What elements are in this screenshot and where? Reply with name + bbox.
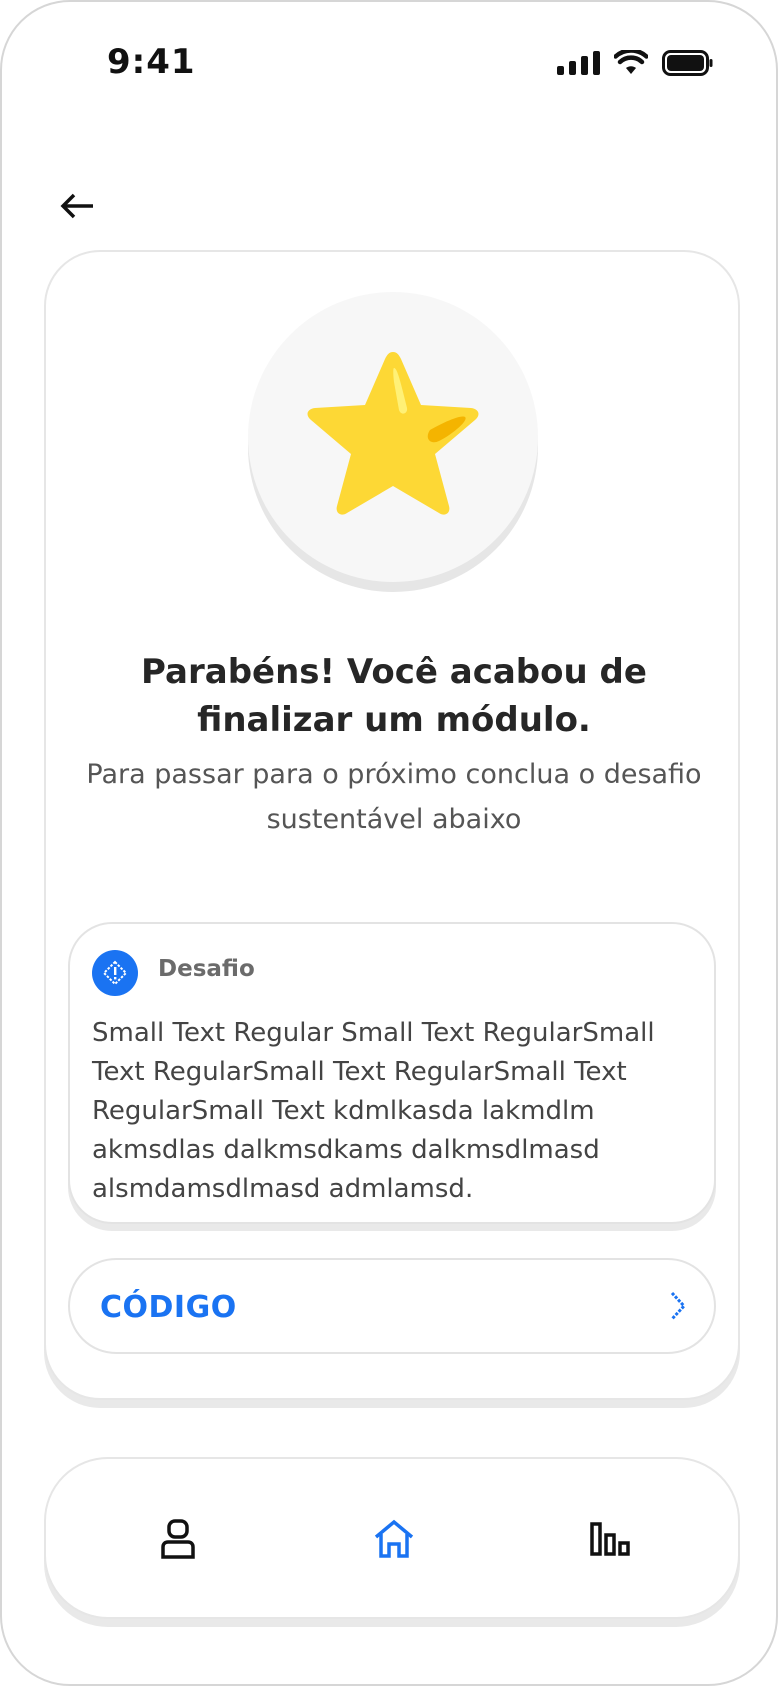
home-icon [374, 1519, 414, 1558]
code-button-label: CÓDIGO [100, 1290, 237, 1325]
status-time: 9:41 [107, 42, 196, 82]
completion-headline: Parabéns! Você acabou de finalizar um mó… [141, 652, 647, 740]
diamond-alert-icon [92, 950, 138, 996]
battery-icon [662, 50, 713, 76]
star-badge [248, 292, 538, 582]
challenge-description: Small Text Regular Small Text RegularSma… [92, 1018, 655, 1204]
cellular-signal-icon [557, 51, 600, 75]
wifi-icon [614, 50, 648, 74]
profile-icon [161, 1519, 195, 1559]
bottom-nav [44, 1457, 740, 1619]
stats-icon [590, 1522, 630, 1556]
nav-profile[interactable] [148, 1509, 208, 1569]
phone-frame: 9:41 Parabéns! Você acabou de finalizar … [0, 0, 778, 1686]
status-bar: 9:41 [2, 2, 776, 132]
challenge-card: Desafio Small Text Regular Small Text Re… [68, 922, 716, 1224]
challenge-title: Desafio [158, 956, 255, 982]
arrow-left-icon [60, 193, 93, 219]
code-button[interactable]: CÓDIGO [68, 1258, 716, 1354]
nav-home[interactable] [364, 1509, 424, 1569]
status-icons [557, 50, 714, 76]
nav-stats[interactable] [580, 1509, 640, 1569]
star-icon [307, 352, 479, 515]
back-button[interactable] [54, 182, 102, 230]
completion-subtitle: Para passar para o próximo conclua o des… [86, 759, 702, 835]
chevron-right-icon [670, 1291, 687, 1321]
completion-card: Parabéns! Você acabou de finalizar um mó… [44, 250, 740, 1400]
